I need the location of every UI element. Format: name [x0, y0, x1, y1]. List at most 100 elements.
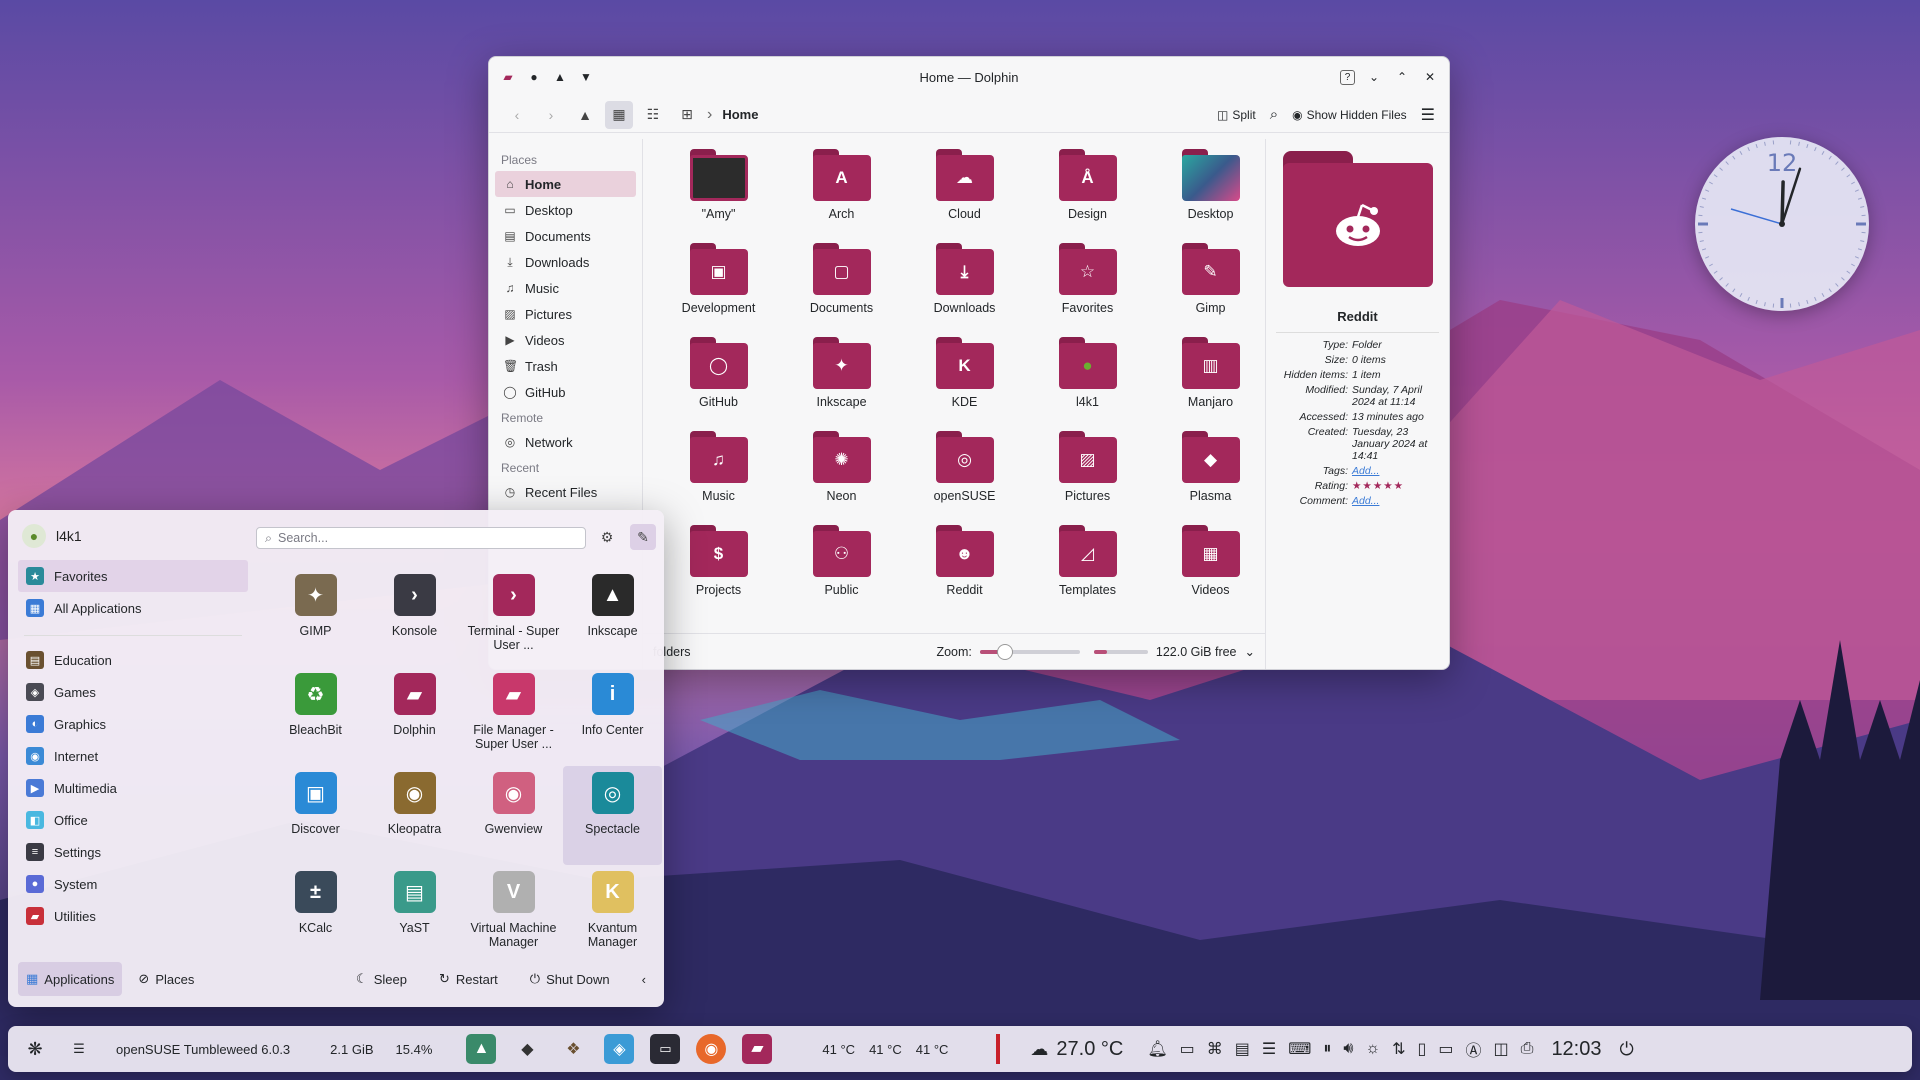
place-pictures[interactable]: ▨ Pictures: [495, 301, 636, 327]
app-konsole[interactable]: › Konsole: [365, 568, 464, 667]
app-inkscape[interactable]: ▲ Inkscape: [563, 568, 662, 667]
printer-icon[interactable]: ⎙: [1521, 1040, 1534, 1058]
place-network[interactable]: ◎ Network: [495, 429, 636, 455]
gimp-task-icon[interactable]: ❖: [558, 1034, 588, 1064]
app-terminal-super-user[interactable]: › Terminal - Super User ...: [464, 568, 563, 667]
titlebar[interactable]: ▰ ● ▲ ▼ Home — Dolphin ? ⌄ ⌃ ✕: [489, 57, 1449, 97]
folder-kde[interactable]: K KDE: [903, 337, 1026, 431]
app-virtual-machine-manager[interactable]: V Virtual Machine Manager: [464, 865, 563, 964]
folder-public[interactable]: ⚇ Public: [780, 525, 903, 619]
category-settings[interactable]: ≡ Settings: [18, 836, 248, 868]
app-dolphin[interactable]: ▰ Dolphin: [365, 667, 464, 766]
analog-clock-widget[interactable]: 12: [1695, 137, 1869, 311]
applications-tab[interactable]: ▦ Applications: [18, 962, 123, 996]
place-trash[interactable]: 🗑︎ Trash: [495, 353, 636, 379]
app-kleopatra[interactable]: ◉ Kleopatra: [365, 766, 464, 865]
shutdown-button[interactable]: ⏻ Shut Down: [522, 962, 618, 996]
inkscape-task-icon[interactable]: ◆: [512, 1034, 542, 1064]
pin-icon[interactable]: ✎: [630, 524, 656, 550]
app-kcalc[interactable]: ± KCalc: [266, 865, 365, 964]
network-icon[interactable]: ⇅: [1392, 1039, 1405, 1059]
maximize-button[interactable]: ⌃: [1393, 68, 1411, 86]
app-bleachbit[interactable]: ♻ BleachBit: [266, 667, 365, 766]
folder-opensuse[interactable]: ◎ openSUSE: [903, 431, 1026, 525]
split-button[interactable]: ◫ Split: [1217, 108, 1256, 122]
folder-arch[interactable]: A Arch: [780, 149, 903, 243]
forward-icon[interactable]: ›: [537, 101, 565, 129]
avatar[interactable]: ●: [22, 524, 46, 548]
app-info-center[interactable]: i Info Center: [563, 667, 662, 766]
keyboard-icon[interactable]: ⌨: [1288, 1039, 1311, 1059]
folder-neon[interactable]: ✺ Neon: [780, 431, 903, 525]
launcher-icon[interactable]: ❋: [18, 1029, 52, 1069]
folder-music[interactable]: ♫ Music: [657, 431, 780, 525]
more-options-icon[interactable]: ‹: [634, 962, 654, 996]
folder-reddit[interactable]: ☻ Reddit: [903, 525, 1026, 619]
image-viewer-task-icon[interactable]: ▲: [466, 1034, 497, 1064]
input-method-icon[interactable]: Ⓐ: [1465, 1037, 1481, 1061]
dolphin-task-icon[interactable]: ▰: [742, 1034, 773, 1064]
folder-l4k1[interactable]: ● l4k1: [1026, 337, 1149, 431]
category-all-applications[interactable]: ▦ All Applications: [18, 592, 248, 624]
display-icon[interactable]: ◫: [1494, 1039, 1509, 1059]
close-button[interactable]: ✕: [1421, 68, 1439, 86]
folder-pictures[interactable]: ▨ Pictures: [1026, 431, 1149, 525]
weather-widget[interactable]: ☁ 27.0 °C: [1030, 1038, 1123, 1061]
keep-below-button[interactable]: ▼: [577, 68, 595, 86]
user-profile[interactable]: ● l4k1: [22, 524, 82, 548]
power-icon[interactable]: ⏻: [1620, 1039, 1634, 1060]
bell-icon[interactable]: 🔔︎: [1147, 1039, 1167, 1059]
folder-inkscape[interactable]: ✦ Inkscape: [780, 337, 903, 431]
place-desktop[interactable]: ▭ Desktop: [495, 197, 636, 223]
clock-time[interactable]: 12:03: [1551, 1038, 1601, 1061]
category-office[interactable]: ◧ Office: [18, 804, 248, 836]
app-gwenview[interactable]: ◉ Gwenview: [464, 766, 563, 865]
app-file-manager-super-user[interactable]: ▰ File Manager - Super User ...: [464, 667, 563, 766]
up-icon[interactable]: ▲: [571, 101, 599, 129]
app-yast[interactable]: ▤ YaST: [365, 865, 464, 964]
folder-development[interactable]: ▣ Development: [657, 243, 780, 337]
places-tab[interactable]: ⊘ Places: [130, 962, 202, 996]
file-view[interactable]: "Amy" A Arch ☁ Cloud Å Design Desktop ▣ Developme…: [643, 139, 1265, 669]
battery-icon[interactable]: ▯: [1418, 1039, 1427, 1059]
category-multimedia[interactable]: ▶ Multimedia: [18, 772, 248, 804]
folder-desktop[interactable]: Desktop: [1149, 149, 1272, 243]
hamburger-menu-icon[interactable]: ☰: [1421, 105, 1435, 125]
discover-task-icon[interactable]: ◈: [604, 1034, 635, 1064]
category-internet[interactable]: ◉ Internet: [18, 740, 248, 772]
place-recent-files[interactable]: ◷ Recent Files: [495, 479, 636, 505]
place-downloads[interactable]: ⤓ Downloads: [495, 249, 636, 275]
clipboard-icon[interactable]: ▤: [1235, 1039, 1250, 1059]
search-input[interactable]: ⌕ Search...: [256, 527, 586, 549]
configure-icon[interactable]: ⚙: [594, 524, 620, 550]
screen-icon[interactable]: ▭: [1438, 1039, 1453, 1059]
folder-gimp[interactable]: ✎ Gimp: [1149, 243, 1272, 337]
category-games[interactable]: ◈ Games: [18, 676, 248, 708]
app-spectacle[interactable]: ◎ Spectacle: [563, 766, 662, 865]
terminal-task-icon[interactable]: ▭: [650, 1034, 681, 1064]
display-config-icon[interactable]: ▭: [1180, 1039, 1195, 1059]
search-icon[interactable]: ⌕: [1270, 106, 1278, 123]
folder-app-icon[interactable]: ▰: [499, 68, 517, 86]
help-button[interactable]: ?: [1340, 69, 1355, 85]
folder-cloud[interactable]: ☁ Cloud: [903, 149, 1026, 243]
sleep-button[interactable]: ☾ Sleep: [348, 962, 415, 996]
folder-github[interactable]: ◯ GitHub: [657, 337, 780, 431]
media-pause-icon[interactable]: ⏸: [1323, 1040, 1331, 1058]
folder-videos[interactable]: ▦ Videos: [1149, 525, 1272, 619]
brightness-icon[interactable]: ☼: [1365, 1040, 1380, 1058]
details-view-button[interactable]: ⊞: [673, 101, 701, 129]
kdeconnect-icon[interactable]: ⌘: [1207, 1039, 1223, 1059]
folder-downloads[interactable]: ⤓ Downloads: [903, 243, 1026, 337]
app-gimp[interactable]: ✦ GIMP: [266, 568, 365, 667]
back-icon[interactable]: ‹: [503, 101, 531, 129]
category-education[interactable]: ▤ Education: [18, 644, 248, 676]
app-kvantum-manager[interactable]: K Kvantum Manager: [563, 865, 662, 964]
category-system[interactable]: ● System: [18, 868, 248, 900]
minimize-button[interactable]: ⌄: [1365, 68, 1383, 86]
overview-icon[interactable]: ☰: [62, 1029, 96, 1069]
menu-icon[interactable]: ☰: [1262, 1039, 1276, 1059]
folder-templates[interactable]: ◿ Templates: [1026, 525, 1149, 619]
place-github[interactable]: ◯ GitHub: [495, 379, 636, 405]
firefox-task-icon[interactable]: ◉: [696, 1034, 727, 1064]
